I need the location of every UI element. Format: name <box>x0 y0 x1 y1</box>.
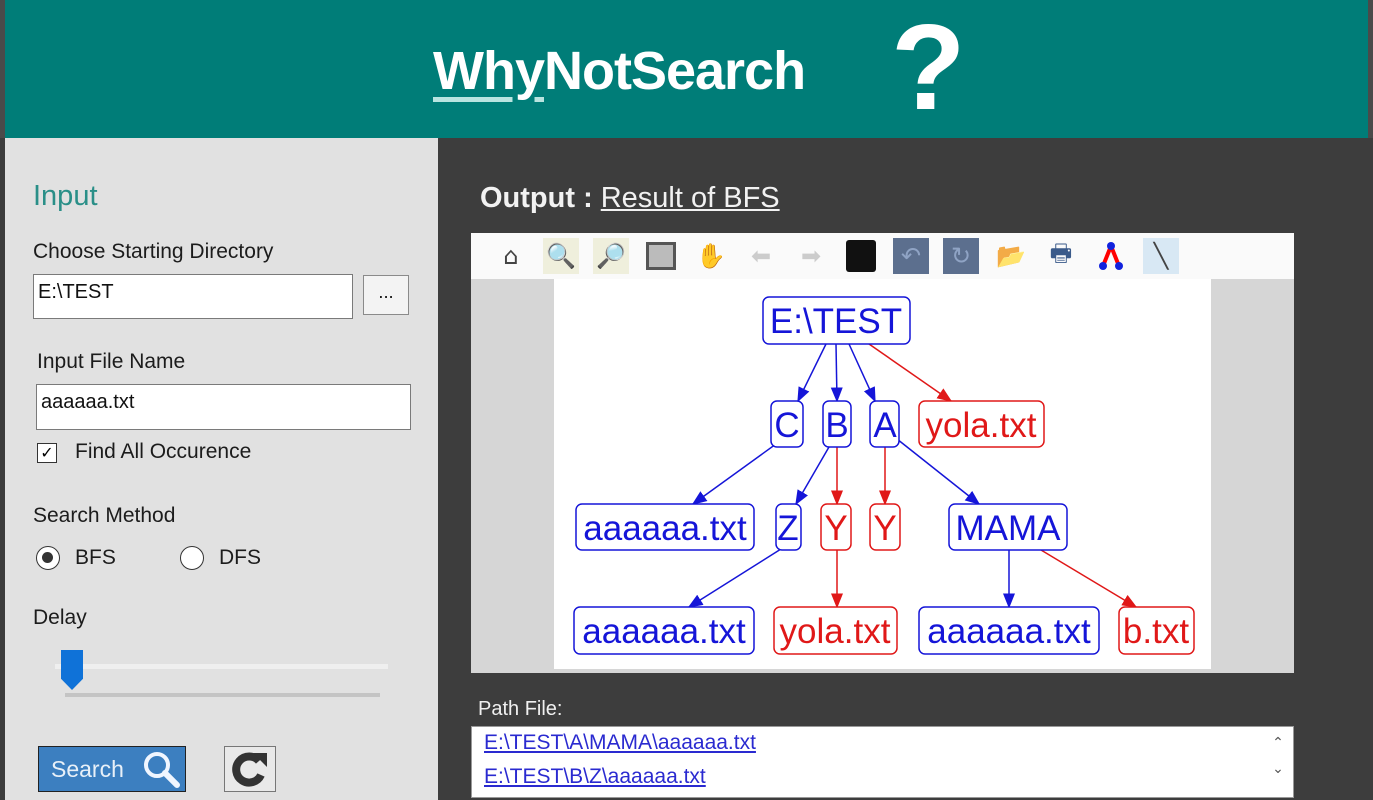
fit-page-icon[interactable] <box>643 238 679 274</box>
edge-mama-btxt <box>1040 549 1138 608</box>
node-b: B <box>822 400 852 448</box>
delay-slider-ticks <box>65 693 380 697</box>
edge-z-aaaaaa <box>687 548 782 608</box>
svg-text:B: B <box>825 406 848 445</box>
path-link[interactable]: E:\TEST\B\Z\aaaaaa.txt <box>484 765 706 789</box>
find-all-checkbox[interactable]: ✓ <box>37 443 57 463</box>
search-icon <box>144 752 180 788</box>
pan-hand-icon[interactable]: ✋ <box>693 238 729 274</box>
output-title: Output : Result of BFS <box>480 182 780 215</box>
forward-arrow-icon[interactable]: ➡ <box>793 238 829 274</box>
logo-text-why: Why <box>433 41 545 101</box>
svg-text:Y: Y <box>873 509 896 548</box>
refresh-icon <box>232 752 267 787</box>
delay-label: Delay <box>33 606 87 629</box>
save-icon[interactable] <box>843 238 879 274</box>
svg-text:A: A <box>873 406 897 445</box>
path-list: E:\TEST\A\MAMA\aaaaaa.txt E:\TEST\B\Z\aa… <box>471 726 1294 798</box>
node-aaaaaa-2: aaaaaa.txt <box>573 606 755 655</box>
svg-text:MAMA: MAMA <box>956 509 1062 548</box>
node-yola-2: yola.txt <box>773 606 898 655</box>
output-panel: Output : Result of BFS ⌂ 🔍 🔎 ✋ ⬅ ➡ ↶ ↻ 📂 … <box>438 138 1373 800</box>
node-aaaaaa-3: aaaaaa.txt <box>918 606 1100 655</box>
edge-root-b <box>830 343 843 403</box>
find-all-label: Find All Occurence <box>75 440 252 463</box>
graph-canvas[interactable]: E:\TEST C B A yola.txt aaaaaa.txt Z Y Y … <box>554 279 1211 669</box>
node-y-1: Y <box>820 503 852 551</box>
logo-question-mark: ? <box>891 0 966 135</box>
node-aaaaaa-1: aaaaaa.txt <box>575 503 755 551</box>
zoom-out-icon[interactable]: 🔎 <box>593 238 629 274</box>
edge-root-yola <box>868 343 953 402</box>
node-yola-1: yola.txt <box>918 400 1045 448</box>
graph-nodes: E:\TEST C B A yola.txt aaaaaa.txt Z Y Y … <box>573 296 1195 655</box>
path-file-label: Path File: <box>478 698 563 720</box>
home-icon[interactable]: ⌂ <box>493 238 529 274</box>
output-label: Output : <box>480 182 593 214</box>
path-list-scrollbar[interactable]: ⌃ ⌄ <box>1263 727 1293 797</box>
svg-text:yola.txt: yola.txt <box>780 612 891 651</box>
browse-button[interactable]: ... <box>363 275 409 315</box>
svg-text:aaaaaa.txt: aaaaaa.txt <box>927 612 1091 651</box>
edge-root-c <box>797 343 827 403</box>
bfs-label: BFS <box>75 546 116 569</box>
app-logo: WhyNotSearch <box>433 40 806 102</box>
svg-text:aaaaaa.txt: aaaaaa.txt <box>583 509 747 548</box>
svg-text:aaaaaa.txt: aaaaaa.txt <box>582 612 746 651</box>
path-link[interactable]: E:\TEST\A\MAMA\aaaaaa.txt <box>484 731 756 755</box>
edge-root-a <box>848 343 876 403</box>
draw-edge-icon[interactable]: ╲ <box>1143 238 1179 274</box>
node-c: C <box>770 400 804 448</box>
directory-input[interactable]: E:\TEST <box>33 274 353 319</box>
app-header: WhyNotSearch ? <box>0 0 1373 138</box>
graph-edges <box>687 343 1138 609</box>
edge-a-mama <box>896 438 981 505</box>
bfs-tree-graph: E:\TEST C B A yola.txt aaaaaa.txt Z Y Y … <box>573 296 1195 655</box>
delay-slider-track[interactable] <box>55 664 388 669</box>
node-b-txt: b.txt <box>1118 606 1195 655</box>
dir-label: Choose Starting Directory <box>33 240 274 263</box>
method-label: Search Method <box>33 504 176 527</box>
delay-slider-thumb[interactable] <box>61 650 83 690</box>
node-root: E:\TEST <box>762 296 911 345</box>
edge-c-aaaaaa <box>691 443 777 505</box>
print-icon[interactable]: 🖶 <box>1043 238 1079 274</box>
input-panel: Input Choose Starting Directory E:\TEST … <box>5 138 438 800</box>
search-button-label: Search <box>51 756 124 782</box>
redo-icon[interactable]: ↻ <box>943 238 979 274</box>
file-name-input[interactable]: aaaaaa.txt <box>36 384 411 430</box>
layout-graph-icon[interactable] <box>1093 238 1129 274</box>
edge-b-z <box>795 446 830 506</box>
result-title: Result of BFS <box>600 182 780 214</box>
dfs-label: DFS <box>219 546 261 569</box>
graph-viewer: ⌂ 🔍 🔎 ✋ ⬅ ➡ ↶ ↻ 📂 🖶 ╲ E:\TEST C B A yola… <box>471 233 1294 673</box>
zoom-in-icon[interactable]: 🔍 <box>543 238 579 274</box>
dfs-radio[interactable] <box>180 546 204 570</box>
svg-text:C: C <box>774 406 799 445</box>
svg-text:yola.txt: yola.txt <box>926 406 1037 445</box>
scroll-up-icon[interactable]: ⌃ <box>1263 735 1293 751</box>
svg-text:Y: Y <box>824 509 847 548</box>
node-z: Z <box>775 503 802 551</box>
svg-text:E:\TEST: E:\TEST <box>770 302 902 341</box>
svg-text:Z: Z <box>777 509 798 548</box>
back-arrow-icon[interactable]: ⬅ <box>743 238 779 274</box>
scroll-down-icon[interactable]: ⌄ <box>1263 761 1293 777</box>
node-y-2: Y <box>869 503 901 551</box>
node-mama: MAMA <box>948 503 1068 551</box>
undo-icon[interactable]: ↶ <box>893 238 929 274</box>
svg-text:b.txt: b.txt <box>1123 612 1189 651</box>
graph-toolbar: ⌂ 🔍 🔎 ✋ ⬅ ➡ ↶ ↻ 📂 🖶 ╲ <box>471 233 1294 279</box>
file-label: Input File Name <box>37 350 186 373</box>
search-button[interactable]: Search <box>38 746 186 792</box>
input-heading: Input <box>33 180 98 212</box>
node-a: A <box>869 400 900 448</box>
reset-button[interactable] <box>224 746 276 792</box>
open-folder-icon[interactable]: 📂 <box>993 238 1029 274</box>
bfs-radio[interactable] <box>36 546 60 570</box>
logo-text-notsearch: NotSearch <box>544 41 806 101</box>
